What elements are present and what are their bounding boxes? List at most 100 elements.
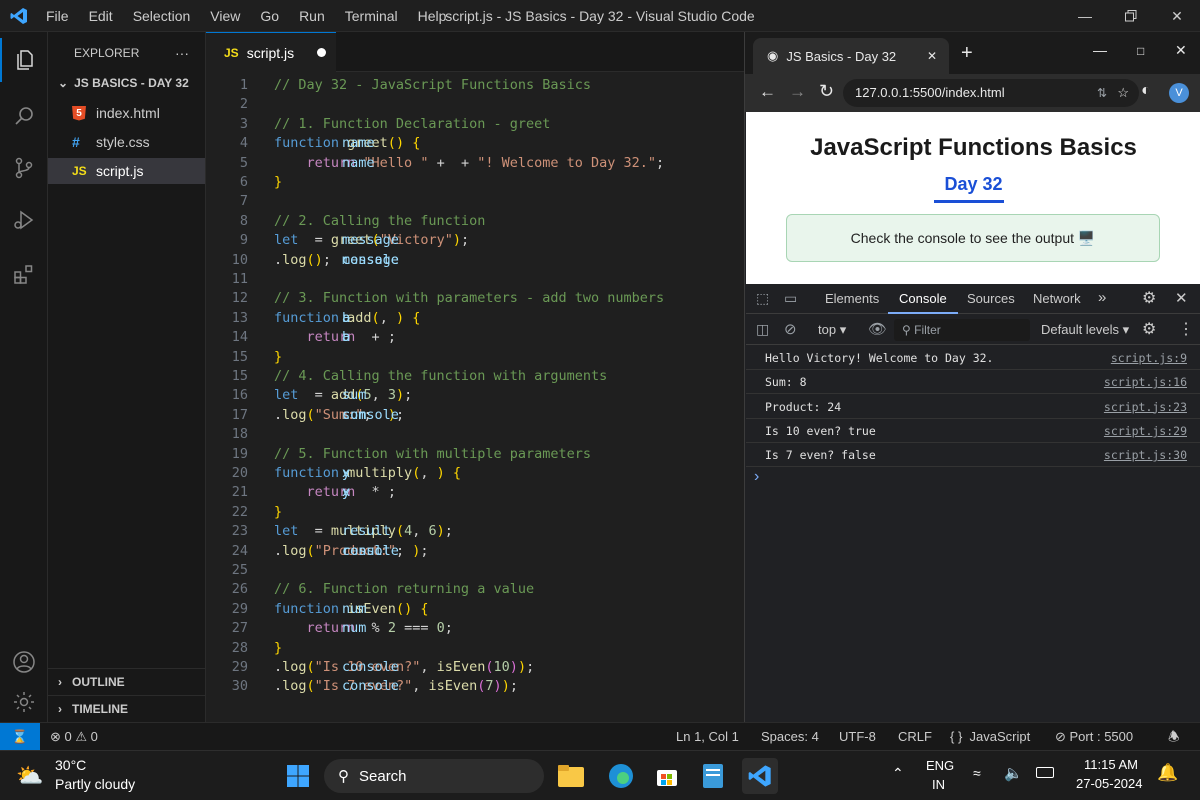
close-tab-icon[interactable]: ✕: [927, 49, 937, 63]
browser-tab[interactable]: ◉ JS Basics - Day 32 ✕: [753, 38, 949, 74]
accounts-icon[interactable]: [0, 640, 48, 684]
code-line[interactable]: 20 function multiply(x, y) {: [206, 464, 744, 483]
code-line[interactable]: 12 // 3. Function with parameters - add t…: [206, 289, 744, 308]
file-style-css[interactable]: # style.css: [48, 129, 205, 155]
wifi-icon[interactable]: ≈: [973, 765, 981, 781]
tab-script-js[interactable]: JS script.js: [206, 32, 336, 72]
code-line[interactable]: 13 function add(a, b) {: [206, 309, 744, 328]
console-source-link[interactable]: script.js:29: [1104, 419, 1187, 443]
search-icon[interactable]: [0, 94, 48, 138]
code-line[interactable]: 19 // 5. Function with multiple parameter…: [206, 445, 744, 464]
code-line[interactable]: 10 console .log(message);: [206, 251, 744, 270]
console-source-link[interactable]: script.js:30: [1104, 443, 1187, 467]
code-line[interactable]: 15}: [206, 348, 744, 367]
restore-icon[interactable]: □: [1137, 44, 1144, 58]
devtools-close-icon[interactable]: ✕: [1175, 289, 1188, 307]
encoding[interactable]: UTF-8: [839, 729, 876, 744]
code-line[interactable]: 6}: [206, 173, 744, 192]
show-hidden-icons-icon[interactable]: ⌃: [892, 765, 904, 782]
inspect-element-icon[interactable]: ⬚: [756, 290, 769, 307]
log-levels-select[interactable]: Default levels ▾: [1041, 322, 1129, 338]
code-line[interactable]: 26 // 6. Function returning a value: [206, 580, 744, 599]
code-line[interactable]: 8 // 2. Calling the function: [206, 212, 744, 231]
code-line[interactable]: 2: [206, 95, 744, 114]
code-line[interactable]: 27 return num % 2 === 0;: [206, 619, 744, 638]
end-of-line[interactable]: CRLF: [898, 729, 932, 744]
browser-extension-icon[interactable]: ◐: [1141, 82, 1151, 100]
tab-elements[interactable]: Elements: [825, 291, 879, 306]
profile-avatar[interactable]: V: [1169, 83, 1189, 103]
weather-icon[interactable]: ⛅: [16, 763, 43, 789]
console-filter-input[interactable]: ⚲ Filter: [894, 319, 1030, 341]
menu-help[interactable]: Help: [408, 8, 457, 24]
taskbar-search[interactable]: ⚲ Search: [324, 759, 544, 793]
file-explorer-icon[interactable]: [555, 760, 587, 792]
tab-network[interactable]: Network: [1033, 291, 1081, 306]
more-options-icon[interactable]: ⋮: [1178, 319, 1194, 339]
weather-desc[interactable]: Partly cloudy: [55, 776, 135, 792]
close-icon[interactable]: ✕: [1154, 0, 1200, 32]
restore-icon[interactable]: [1108, 0, 1154, 32]
folder-js-basics[interactable]: ⌄ JS BASICS - DAY 32: [48, 70, 205, 96]
code-line[interactable]: 24 console .log("Product:"; result);: [206, 542, 744, 561]
code-line[interactable]: 3 // 1. Function Declaration - greet: [206, 115, 744, 134]
code-line[interactable]: 28}: [206, 639, 744, 658]
explorer-icon[interactable]: [0, 38, 48, 82]
code-line[interactable]: 23 let result = multiply(4, 6);: [206, 522, 744, 541]
minimize-icon[interactable]: —: [1062, 0, 1108, 32]
menu-edit[interactable]: Edit: [79, 8, 123, 24]
language-indicator-top[interactable]: ENG: [926, 758, 954, 773]
device-toolbar-icon[interactable]: ▭: [784, 290, 797, 307]
code-line[interactable]: 14 return a + b;: [206, 328, 744, 347]
console-prompt[interactable]: ›: [754, 468, 759, 486]
vscode-taskbar-icon[interactable]: [742, 758, 778, 794]
extensions-icon[interactable]: [0, 252, 48, 296]
code-line[interactable]: 16 let sum = add(5, 3);: [206, 386, 744, 405]
console-source-link[interactable]: script.js:9: [1111, 346, 1187, 370]
notifications-bell-icon[interactable]: 🕭: [1168, 728, 1180, 750]
read-aloud-icon[interactable]: ⇅: [1097, 79, 1107, 107]
code-line[interactable]: 17 console .log("Sum:"; sum);: [206, 406, 744, 425]
code-line[interactable]: 25: [206, 561, 744, 580]
indentation[interactable]: Spaces: 4: [761, 729, 819, 744]
remote-indicator-icon[interactable]: ⌛: [0, 723, 40, 751]
code-line[interactable]: 4 function greet(name) {: [206, 134, 744, 153]
devtools-settings-icon[interactable]: ⚙: [1142, 288, 1156, 308]
settings-gear-icon[interactable]: [0, 680, 48, 724]
notepad-app-icon[interactable]: [697, 760, 729, 792]
menu-selection[interactable]: Selection: [123, 8, 201, 24]
notification-center-icon[interactable]: 🔔: [1157, 763, 1178, 783]
more-tabs-icon[interactable]: »: [1098, 289, 1106, 306]
clock-date[interactable]: 27-05-2024: [1076, 776, 1143, 791]
live-server-port[interactable]: ⊘ Port : 5500: [1055, 729, 1133, 745]
menu-run[interactable]: Run: [289, 8, 335, 24]
code-line[interactable]: 30 console .log("Is 7 even?", isEven(7));: [206, 677, 744, 696]
clear-console-icon[interactable]: ⊘: [784, 320, 797, 338]
menu-file[interactable]: File: [36, 8, 79, 24]
code-line[interactable]: 22}: [206, 503, 744, 522]
volume-icon[interactable]: 🔈: [1004, 764, 1023, 782]
menu-go[interactable]: Go: [250, 8, 289, 24]
live-expression-eye-icon[interactable]: 👁: [868, 320, 887, 338]
address-bar[interactable]: 127.0.0.1:5500/index.html ⇅ ☆: [843, 79, 1139, 107]
new-tab-button[interactable]: +: [961, 42, 973, 65]
source-control-icon[interactable]: [0, 146, 48, 190]
code-line[interactable]: 11: [206, 270, 744, 289]
code-line[interactable]: 18: [206, 425, 744, 444]
code-line[interactable]: 15 // 4. Calling the function with argume…: [206, 367, 744, 386]
problems-indicator[interactable]: ⊗ 0 ⚠ 0: [50, 729, 98, 745]
timeline-section[interactable]: › TIMELINE: [48, 695, 205, 721]
sidebar-toggle-icon[interactable]: ◫: [756, 321, 769, 338]
cursor-position[interactable]: Ln 1, Col 1: [676, 729, 739, 744]
language-indicator-bottom[interactable]: IN: [932, 777, 945, 792]
favorite-star-icon[interactable]: ☆: [1117, 79, 1129, 107]
code-line[interactable]: 5 return "Hello " + name + "! Welcome to…: [206, 154, 744, 173]
console-source-link[interactable]: script.js:23: [1104, 395, 1187, 419]
unsaved-dot-icon[interactable]: [317, 48, 326, 57]
minimize-icon[interactable]: —: [1093, 42, 1107, 58]
back-icon[interactable]: ←: [759, 82, 776, 102]
context-select[interactable]: top ▾: [818, 322, 846, 338]
tab-sources[interactable]: Sources: [967, 291, 1015, 306]
clock-time[interactable]: 11:15 AM: [1084, 757, 1138, 772]
outline-section[interactable]: › OUTLINE: [48, 668, 205, 694]
